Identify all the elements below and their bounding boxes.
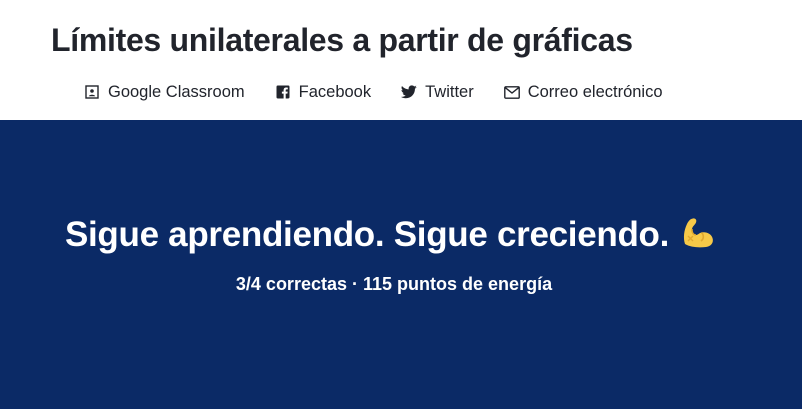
banner-headline-text: Sigue aprendiendo. Sigue creciendo. xyxy=(64,215,670,254)
page-header: Límites unilaterales a partir de gráfica… xyxy=(0,0,802,120)
email-icon xyxy=(503,84,520,100)
banner-headline: Sigue aprendiendo. Sigue creciendo. xyxy=(0,214,782,261)
facebook-icon xyxy=(275,84,291,100)
share-twitter-label: Twitter xyxy=(425,82,474,101)
twitter-icon xyxy=(401,84,417,100)
stats-separator: · xyxy=(352,274,358,294)
share-bar: Google Classroom Facebook Twitter Correo… xyxy=(84,80,663,104)
share-google-classroom-link[interactable]: Google Classroom xyxy=(84,83,245,102)
correct-count: 3/4 correctas xyxy=(235,274,347,294)
share-facebook-link[interactable]: Facebook xyxy=(275,83,371,102)
banner-stats: 3/4 correctas · 115 puntos de energía xyxy=(0,274,788,295)
page-title: Límites unilaterales a partir de gráfica… xyxy=(51,22,633,58)
share-twitter-link[interactable]: Twitter xyxy=(401,83,474,102)
energy-points: 115 puntos de energía xyxy=(363,274,553,294)
share-facebook-label: Facebook xyxy=(298,82,372,101)
share-email-label: Correo electrónico xyxy=(527,82,663,101)
google-classroom-icon xyxy=(84,84,100,100)
share-google-classroom-label: Google Classroom xyxy=(108,82,245,101)
flexed-biceps-icon xyxy=(679,214,717,261)
results-banner: Sigue aprendiendo. Sigue creciendo. 3/4 … xyxy=(0,120,802,409)
share-email-link[interactable]: Correo electrónico xyxy=(503,82,663,102)
